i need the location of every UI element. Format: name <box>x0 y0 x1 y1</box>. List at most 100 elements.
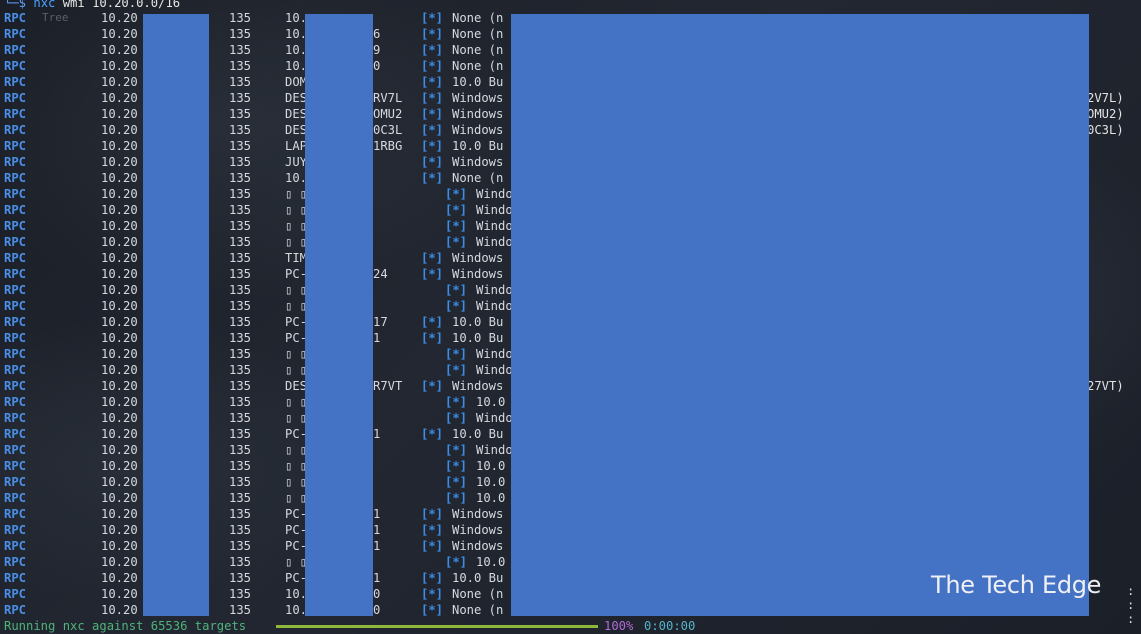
ip-address: 10.20 <box>101 507 138 521</box>
ip-address: 10.20 <box>101 123 138 137</box>
protocol-label: RPC <box>4 379 27 393</box>
port-number: 135 <box>229 267 252 281</box>
port-number: 135 <box>229 139 252 153</box>
status-star: [*] <box>421 123 444 137</box>
info-text: 10.0 Bu <box>452 75 504 89</box>
prompt-symbol: └─$ <box>4 0 27 10</box>
status-star: [*] <box>421 523 444 537</box>
elapsed-time: 0:00:00 <box>644 619 696 633</box>
info-tail: 0C3L) <box>1087 123 1124 137</box>
scroll-marker: : <box>1127 584 1135 598</box>
status-star: [*] <box>421 75 444 89</box>
hostname: 10. <box>285 27 308 41</box>
port-number: 135 <box>229 59 252 73</box>
protocol-label: RPC <box>4 59 27 73</box>
protocol-label: RPC <box>4 11 27 25</box>
info-text: 10.0 <box>476 555 506 569</box>
info-text: Windows <box>452 251 504 265</box>
ip-address: 10.20 <box>101 107 138 121</box>
status-star: [*] <box>421 587 444 601</box>
ip-address: 10.20 <box>101 363 138 377</box>
hostname: ▯ ▯ <box>285 491 308 505</box>
hostname: ▯ ▯ <box>285 283 308 297</box>
ip-address: 10.20 <box>101 75 138 89</box>
protocol-label: RPC <box>4 571 27 585</box>
hostname: ▯ ▯ <box>285 187 308 201</box>
info-text: Windo <box>476 363 513 377</box>
ip-address: 10.20 <box>101 171 138 185</box>
status-star: [*] <box>445 347 468 361</box>
hostname-tail: 1 <box>373 539 381 553</box>
progress-bar <box>276 625 598 628</box>
hostname-tail: 6 <box>373 27 381 41</box>
info-text: Windo <box>476 187 513 201</box>
hostname: ▯ ▯ <box>285 299 308 313</box>
hostname: PC- <box>285 539 308 553</box>
protocol-label: RPC <box>4 283 27 297</box>
status-star: [*] <box>421 331 444 345</box>
status-star: [*] <box>445 283 468 297</box>
ip-address: 10.20 <box>101 555 138 569</box>
protocol-label: RPC <box>4 203 27 217</box>
hostname: ▯ ▯ <box>285 443 308 457</box>
ip-address: 10.20 <box>101 523 138 537</box>
hostname: ▯ ▯ <box>285 203 308 217</box>
ip-address: 10.20 <box>101 59 138 73</box>
protocol-label: RPC <box>4 139 27 153</box>
port-number: 135 <box>229 491 252 505</box>
hostname: DES <box>285 91 308 105</box>
port-number: 135 <box>229 427 252 441</box>
protocol-label: RPC <box>4 395 27 409</box>
progress-fill <box>276 625 598 628</box>
scroll-marker: : <box>1127 612 1135 626</box>
hostname-tail: 1 <box>373 427 381 441</box>
status-star: [*] <box>445 395 468 409</box>
redaction-ip-column <box>143 14 209 616</box>
protocol-label: RPC <box>4 107 27 121</box>
hostname: ▯ ▯ <box>285 235 308 249</box>
port-number: 135 <box>229 155 252 169</box>
status-star: [*] <box>421 27 444 41</box>
port-number: 135 <box>229 315 252 329</box>
protocol-label: RPC <box>4 75 27 89</box>
protocol-label: RPC <box>4 491 27 505</box>
info-text: 10.0 <box>476 395 506 409</box>
hostname-tail: RV7L <box>373 91 403 105</box>
status-star: [*] <box>445 235 468 249</box>
protocol-label: RPC <box>4 299 27 313</box>
protocol-label: RPC <box>4 187 27 201</box>
hostname: 10. <box>285 59 308 73</box>
ip-address: 10.20 <box>101 203 138 217</box>
port-number: 135 <box>229 411 252 425</box>
port-number: 135 <box>229 203 252 217</box>
info-text: Windo <box>476 299 513 313</box>
status-star: [*] <box>445 219 468 233</box>
info-text: Windows <box>452 539 504 553</box>
info-tail: OMU2) <box>1087 107 1124 121</box>
protocol-label: RPC <box>4 603 27 617</box>
ip-address: 10.20 <box>101 571 138 585</box>
info-text: Windows <box>452 107 504 121</box>
hostname-tail: 1 <box>373 331 381 345</box>
ip-address: 10.20 <box>101 267 138 281</box>
ip-address: 10.20 <box>101 235 138 249</box>
hostname: PC- <box>285 427 308 441</box>
protocol-label: RPC <box>4 27 27 41</box>
port-number: 135 <box>229 395 252 409</box>
hostname-tail: 0 <box>373 587 381 601</box>
hostname-tail: 1 <box>373 571 381 585</box>
info-text: None (n <box>452 27 504 41</box>
ip-address: 10.20 <box>101 43 138 57</box>
status-star: [*] <box>421 59 444 73</box>
hostname: DOM <box>285 75 308 89</box>
hostname: ▯ ▯ <box>285 347 308 361</box>
info-text: Windo <box>476 219 513 233</box>
protocol-label: RPC <box>4 219 27 233</box>
info-text: None (n <box>452 603 504 617</box>
prompt-args: wmi 10.20.0.0/16 <box>62 0 181 10</box>
status-star: [*] <box>421 379 444 393</box>
protocol-label: RPC <box>4 507 27 521</box>
status-star: [*] <box>421 11 444 25</box>
status-star: [*] <box>421 603 444 617</box>
ip-address: 10.20 <box>101 283 138 297</box>
